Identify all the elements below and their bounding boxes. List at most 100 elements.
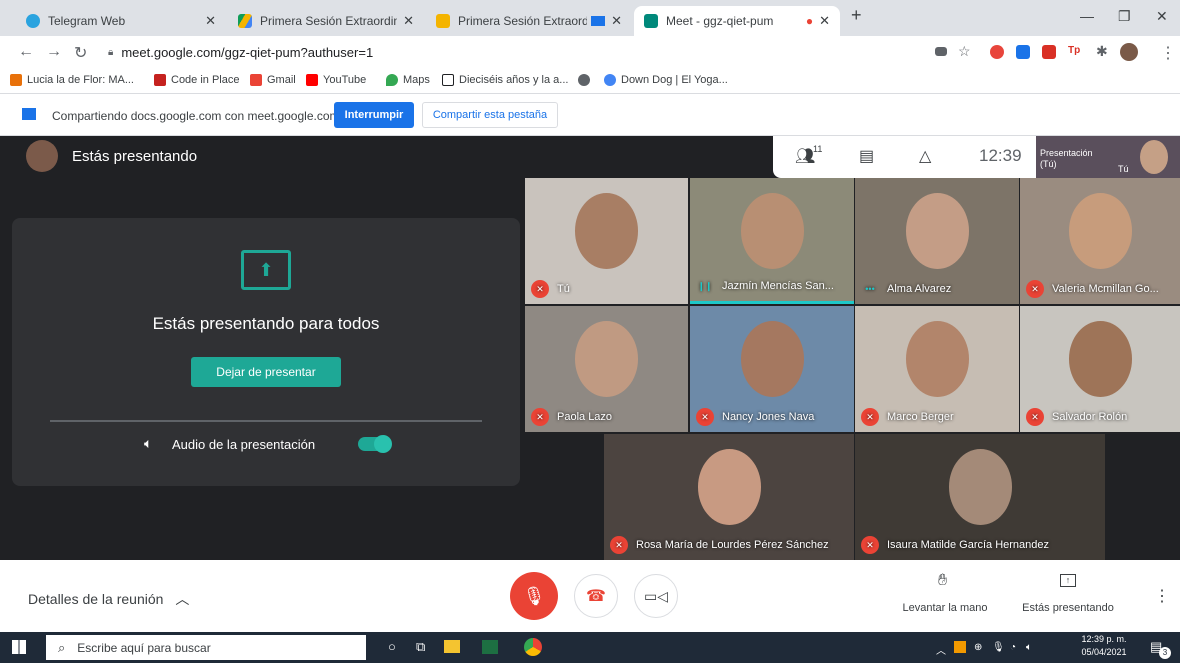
globe-icon [578, 74, 590, 86]
forward-icon[interactable]: → [46, 43, 62, 61]
file-explorer-icon[interactable] [444, 640, 460, 653]
bookmark-downdog[interactable]: Down Dog | El Yoga... [604, 74, 728, 86]
participant-tile[interactable]: ✕ Nancy Jones Nava [690, 306, 854, 432]
reload-icon[interactable]: ↻ [74, 43, 87, 63]
participant-tile[interactable]: ••• Alma Alvarez [855, 178, 1019, 304]
raise-hand-button[interactable]: ✋︎ Levantar la mano [900, 568, 990, 624]
screen-share-icon [591, 16, 606, 26]
volume-icon[interactable]: 🔈︎ [1026, 642, 1032, 653]
mic-off-icon: ✕ [1026, 408, 1044, 426]
windows-start-icon[interactable] [12, 640, 26, 654]
mic-off-icon: 🎙︎ [522, 585, 546, 606]
taskbar-date[interactable]: 05/04/2021 [1076, 647, 1132, 657]
wifi-icon[interactable]: ◔ [1010, 642, 1016, 653]
present-icon: ↑ [1060, 574, 1076, 587]
excel-icon[interactable] [482, 640, 498, 654]
taskbar-time[interactable]: 12:39 p. m. [1076, 634, 1132, 644]
bookmark-dieciseis[interactable]: Dieciséis años y la a... [442, 74, 568, 86]
mic-off-icon: ✕ [861, 536, 879, 554]
share-this-tab-button[interactable]: Compartir esta pestaña [422, 102, 558, 128]
menu-icon[interactable]: ⋮ [1160, 43, 1176, 63]
close-icon[interactable]: ✕ [403, 13, 414, 29]
self-preview[interactable]: Presentación (Tú) Tú [1036, 136, 1180, 178]
bookmark-lucia[interactable]: Lucia la de Flor: MA... [10, 74, 134, 86]
bookmark-gmail[interactable]: Gmail [250, 74, 296, 86]
star-icon[interactable]: ☆ [958, 43, 971, 60]
leave-call-button[interactable]: ☎︎ [574, 574, 618, 618]
tab-sesion-2[interactable]: Primera Sesión Extraordinari ✕ [426, 6, 632, 36]
maps-icon [386, 74, 398, 86]
profile-avatar[interactable] [1120, 43, 1138, 61]
mic-off-icon: ✕ [531, 408, 549, 426]
participant-tile[interactable]: ✕ Rosa María de Lourdes Pérez Sánchez [604, 434, 854, 560]
close-icon[interactable]: ✕ [819, 13, 830, 29]
task-view-icon[interactable]: ⧉ [416, 639, 425, 655]
participant-video [697, 449, 761, 525]
participant-video [1068, 193, 1132, 269]
address-bar[interactable]: 🔒︎ meet.google.com/ggz-qiet-pum?authuser… [108, 40, 908, 64]
bookmark-maps[interactable]: Maps [386, 74, 430, 86]
participant-tile[interactable]: ✕ Marco Berger [855, 306, 1019, 432]
participant-tile[interactable]: ❙❙ Jazmín Mencías San... [690, 178, 854, 304]
participant-tile[interactable]: ✕ Paola Lazo [525, 306, 688, 432]
taskbar-search[interactable]: ⌕ Escribe aquí para buscar [46, 635, 366, 660]
bookmark-label: Maps [403, 74, 430, 86]
activities-icon[interactable]: △ [919, 146, 931, 166]
participant-tile[interactable]: ✕ Valeria Mcmillan Go... [1020, 178, 1180, 304]
youtube-icon [306, 74, 318, 86]
network-icon[interactable]: ⊕ [974, 642, 982, 653]
camera-toggle-button[interactable]: ▭◁ [634, 574, 678, 618]
bookmark-label: Down Dog | El Yoga... [621, 74, 728, 86]
close-window-icon[interactable]: ✕ [1156, 8, 1168, 25]
participant-tile[interactable]: ✕ Isaura Matilde García Hernandez [855, 434, 1105, 560]
tab-strip: Telegram Web ✕ Primera Sesión Extraordin… [0, 0, 1180, 36]
more-options-icon[interactable]: ⋮ [1154, 586, 1170, 606]
cortana-icon[interactable]: ○ [388, 639, 396, 654]
back-icon[interactable]: ← [18, 43, 34, 61]
ep-icon [442, 74, 454, 86]
participant-name-text: Jazmín Mencías San... [722, 280, 834, 292]
puzzle-icon[interactable]: ✱ [1096, 43, 1108, 60]
tab-meet[interactable]: Meet - ggz-qiet-pum ● ✕ [634, 6, 840, 36]
meeting-details-button[interactable]: Detalles de la reunión ︿ [28, 589, 189, 609]
tray-app-icon[interactable] [954, 641, 966, 653]
tray-chevron-icon[interactable]: ︿ [936, 642, 946, 657]
tab-telegram[interactable]: Telegram Web ✕ [16, 6, 226, 36]
tab-title: Primera Sesión Extraordinari [458, 14, 588, 28]
close-icon[interactable]: ✕ [205, 13, 216, 29]
raise-hand-label: Levantar la mano [902, 602, 988, 614]
participant-tile[interactable]: ✕ Tú [525, 178, 688, 304]
participant-name-text: Isaura Matilde García Hernandez [887, 539, 1050, 551]
extension-icon[interactable] [1016, 45, 1030, 59]
bookmark-code-in-place[interactable]: Code in Place [154, 74, 240, 86]
stop-sharing-button[interactable]: Interrumpir [334, 102, 414, 128]
bookmark-label: Gmail [267, 74, 296, 86]
mic-off-icon: ✕ [1026, 280, 1044, 298]
stop-presenting-button[interactable]: Dejar de presentar [191, 357, 341, 387]
participant-video [905, 193, 969, 269]
chrome-icon[interactable] [524, 638, 542, 656]
presenting-button[interactable]: ↑ Estás presentando [1016, 568, 1120, 624]
presentation-audio-toggle[interactable] [358, 435, 392, 453]
participant-name-text: Rosa María de Lourdes Pérez Sánchez [636, 539, 829, 551]
close-icon[interactable]: ✕ [611, 13, 622, 29]
presenting-title: Estás presentando para todos [152, 314, 380, 333]
restore-icon[interactable]: ❐ [1118, 8, 1131, 25]
participant-tile[interactable]: ✕ Salvador Rolón [1020, 306, 1180, 432]
chat-icon[interactable]: ▤ [859, 146, 874, 166]
bookmark-globe[interactable] [578, 74, 595, 86]
tab-sesion-1[interactable]: Primera Sesión Extraordinaria - G ✕ [228, 6, 424, 36]
bookmark-youtube[interactable]: YouTube [306, 74, 366, 86]
mic-tray-icon[interactable]: 🎙︎ [992, 642, 1005, 653]
pdf-ext-icon[interactable] [1042, 45, 1056, 59]
chevron-up-icon: ︿ [175, 591, 190, 607]
minimize-icon[interactable]: — [1080, 8, 1094, 24]
tp-ext-icon[interactable]: Tp [1068, 45, 1082, 59]
opera-ext-icon[interactable] [990, 45, 1004, 59]
meeting-clock: 12:39 [979, 146, 1022, 165]
mic-toggle-button[interactable]: 🎙︎ [510, 572, 558, 620]
browser-toolbar: ← → ↻ 🔒︎ meet.google.com/ggz-qiet-pum?au… [0, 36, 1180, 68]
camera-blocked-icon[interactable] [935, 47, 947, 56]
camera-icon: ▭◁ [644, 587, 668, 604]
new-tab-button[interactable]: + [851, 5, 862, 26]
